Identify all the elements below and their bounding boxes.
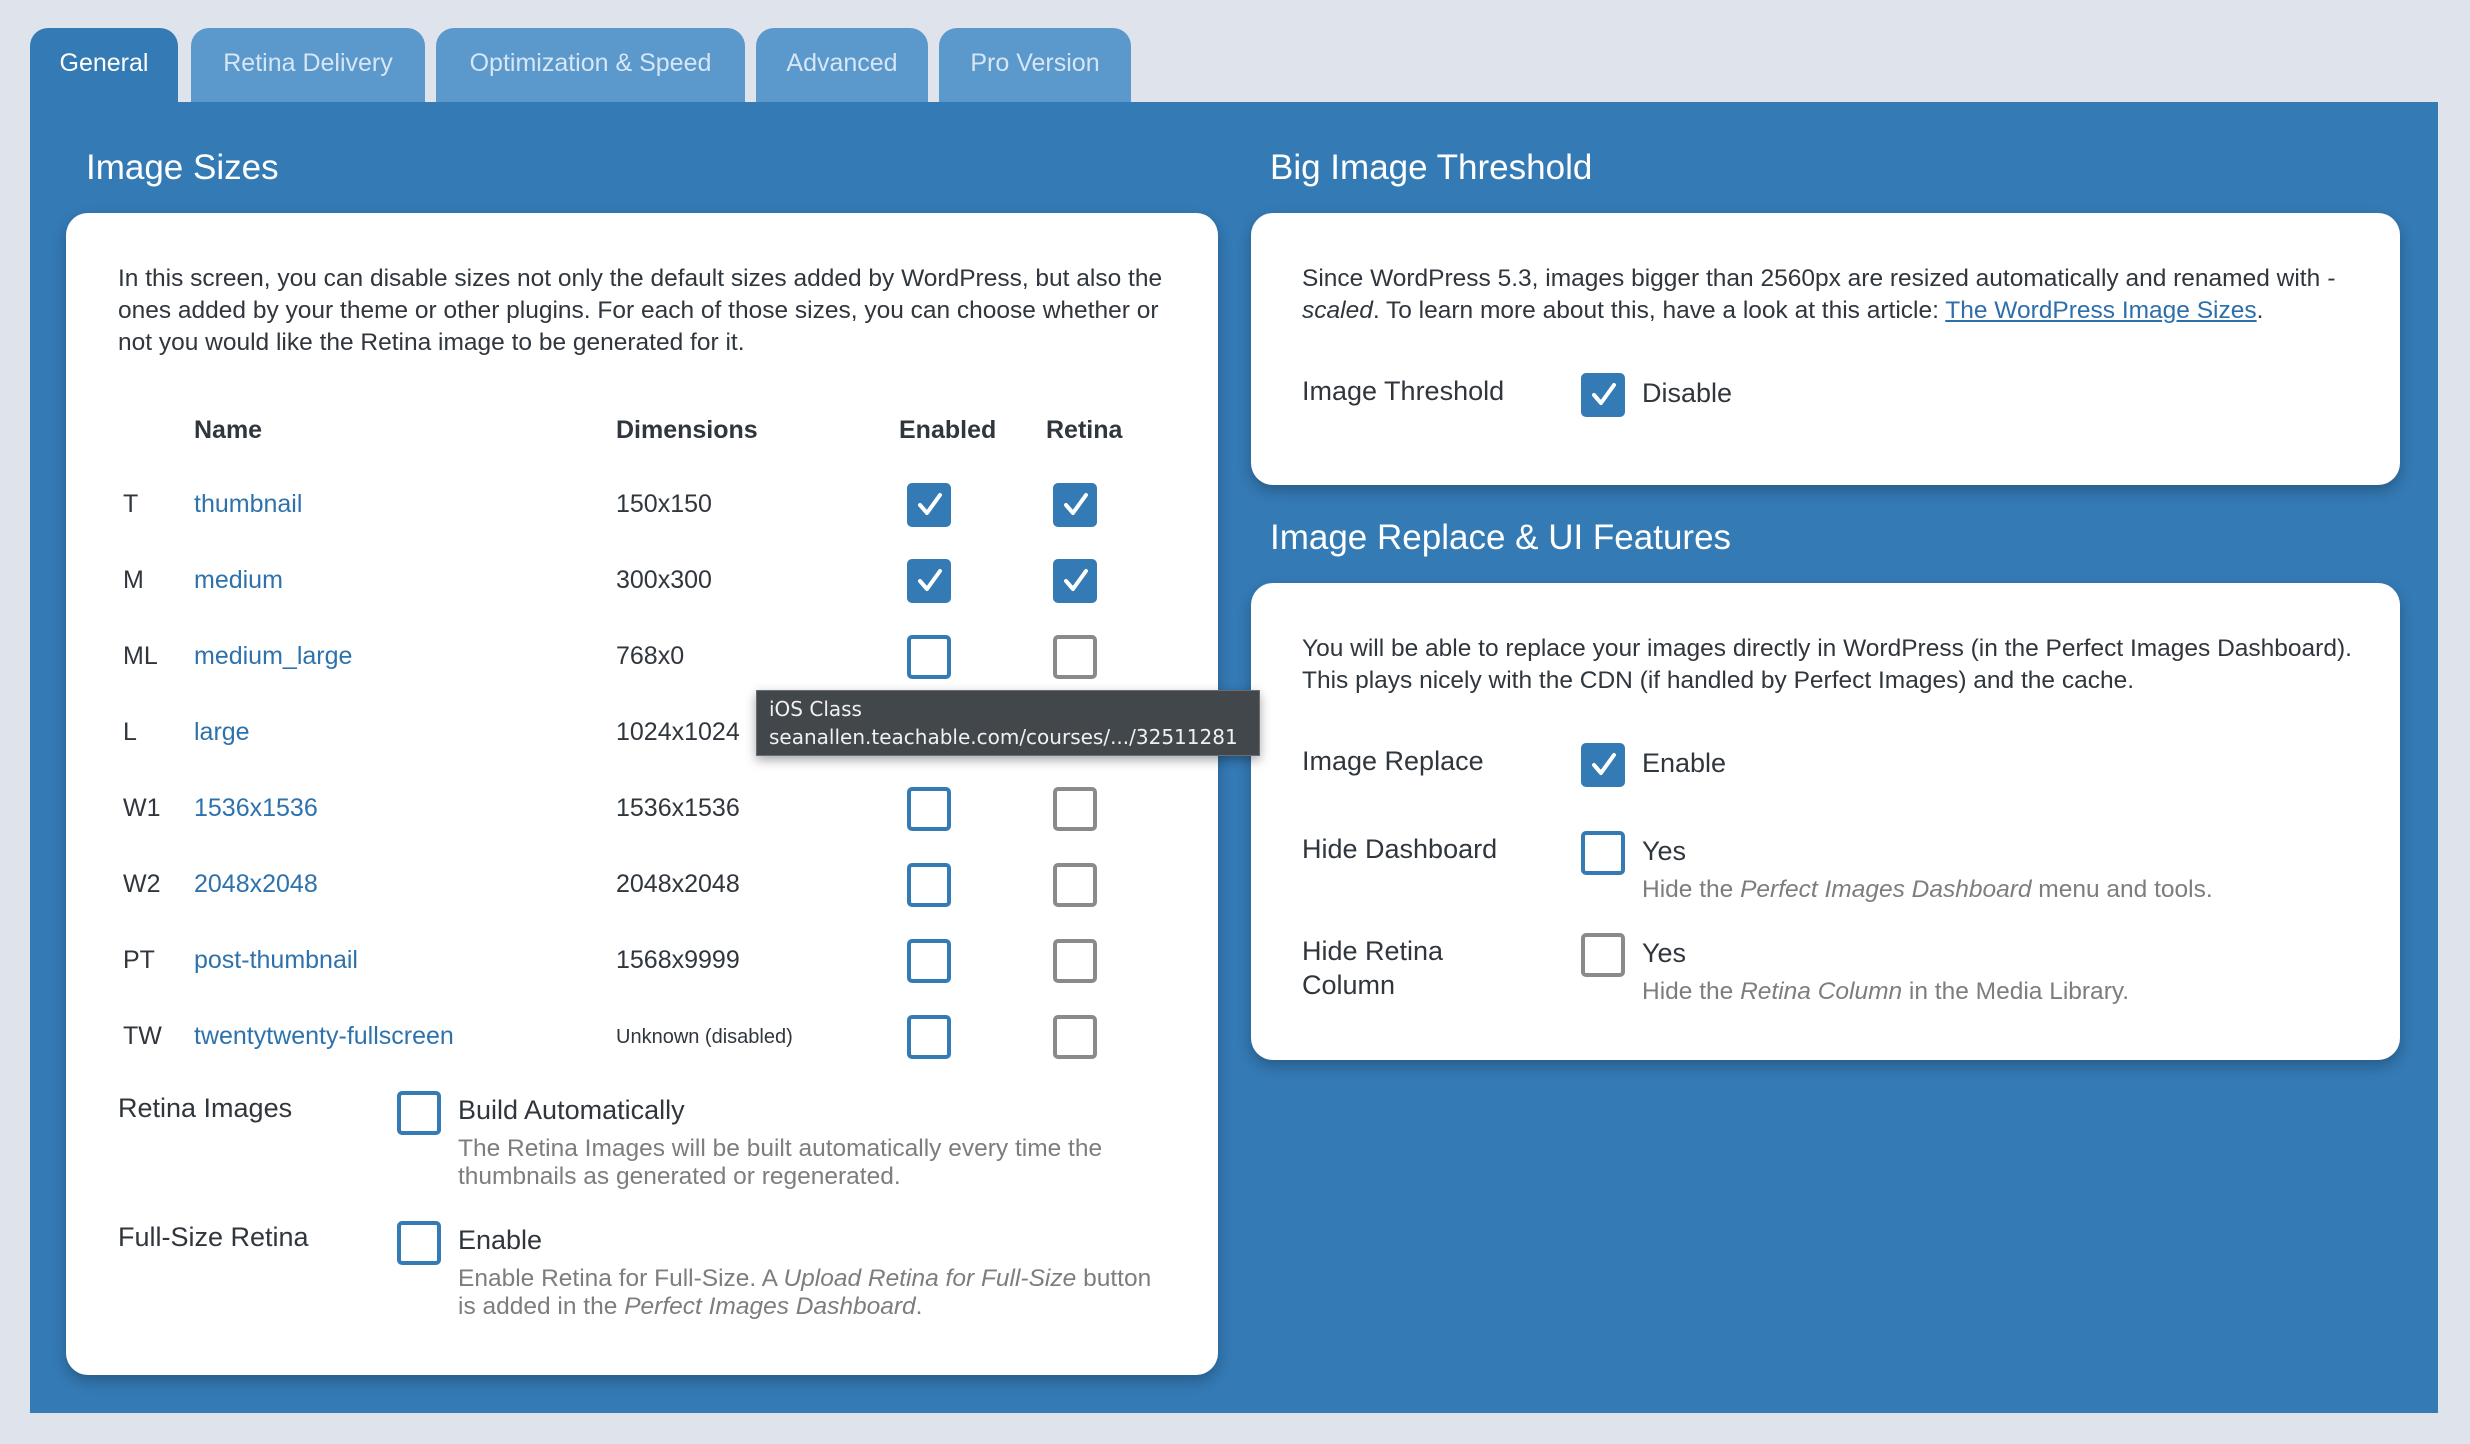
big-image-threshold-card: Since WordPress 5.3, images bigger than …	[1251, 213, 2400, 485]
hide-dashboard-label: Hide Dashboard	[1302, 834, 1498, 864]
retina-checkbox[interactable]	[1053, 635, 1097, 679]
size-dimensions: 768x0	[616, 642, 685, 670]
image-threshold-disable-label: Disable	[1642, 378, 1733, 408]
image-sizes-card: In this screen, you can disable sizes no…	[66, 213, 1218, 1375]
size-name-link[interactable]: thumbnail	[194, 490, 302, 519]
image-threshold-label: Image Threshold	[1302, 376, 1505, 406]
hide-retina-column-label: Hide Retina Column	[1302, 936, 1444, 1000]
retina-checkbox[interactable]	[1053, 787, 1097, 831]
size-code: M	[123, 566, 144, 594]
hide-retina-column-checkbox[interactable]	[1581, 933, 1625, 977]
tab-label: Pro Version	[970, 48, 1100, 77]
hide-dashboard-checkbox[interactable]	[1581, 831, 1625, 875]
size-dimensions: Unknown (disabled)	[616, 1026, 793, 1048]
size-code: L	[123, 718, 137, 746]
tab-general[interactable]: General	[30, 28, 178, 102]
size-name-link[interactable]: 2048x2048	[194, 870, 318, 899]
size-code: TW	[123, 1022, 162, 1050]
big-image-description: Since WordPress 5.3, images bigger than …	[1302, 265, 2336, 324]
image-replace-title: Image Replace & UI Features	[1270, 518, 1732, 557]
size-code: ML	[123, 642, 158, 670]
wordpress-image-sizes-link[interactable]: The WordPress Image Sizes	[1945, 297, 2256, 324]
hide-retina-column-help: Hide the Retina Column in the Media Libr…	[1642, 978, 2130, 1005]
tab-label: Retina Delivery	[223, 48, 393, 77]
column-header-name: Name	[194, 416, 263, 444]
enabled-checkbox[interactable]	[907, 787, 951, 831]
retina-images-label: Retina Images	[118, 1093, 293, 1123]
enabled-checkbox[interactable]	[907, 483, 951, 527]
enabled-checkbox[interactable]	[907, 635, 951, 679]
full-size-retina-checkbox[interactable]	[397, 1221, 441, 1265]
size-dimensions: 150x150	[616, 490, 712, 518]
size-dimensions: 2048x2048	[616, 870, 740, 898]
column-header-retina: Retina	[1046, 416, 1123, 444]
retina-checkbox[interactable]	[1053, 559, 1097, 603]
enabled-checkbox[interactable]	[907, 559, 951, 603]
image-replace-card: You will be able to replace your images …	[1251, 583, 2400, 1060]
retina-checkbox[interactable]	[1053, 1015, 1097, 1059]
link-hover-tooltip: iOS Class seanallen.teachable.com/course…	[756, 690, 1260, 756]
retina-checkbox[interactable]	[1053, 939, 1097, 983]
retina-checkbox[interactable]	[1053, 483, 1097, 527]
tooltip-url: seanallen.teachable.com/courses/.../3251…	[769, 725, 1238, 749]
build-automatically-help: The Retina Images will be built automati…	[458, 1135, 1103, 1190]
size-code: PT	[123, 946, 155, 974]
enabled-checkbox[interactable]	[907, 1015, 951, 1059]
size-name-link[interactable]: twentytwenty-fullscreen	[194, 1022, 454, 1051]
enabled-checkbox[interactable]	[907, 939, 951, 983]
size-dimensions: 1536x1536	[616, 794, 740, 822]
size-code: T	[123, 490, 139, 518]
tab-label: Advanced	[786, 48, 898, 77]
size-dimensions: 300x300	[616, 566, 712, 594]
tab-advanced[interactable]: Advanced	[756, 28, 928, 102]
full-size-retina-help: Enable Retina for Full-Size. A Upload Re…	[458, 1265, 1152, 1320]
tab-optimization-speed[interactable]: Optimization & Speed	[436, 28, 745, 102]
build-automatically-label: Build Automatically	[458, 1095, 685, 1125]
column-header-dimensions: Dimensions	[616, 416, 758, 444]
hide-retina-column-yes-label: Yes	[1642, 938, 1687, 968]
image-sizes-title: Image Sizes	[86, 148, 279, 187]
retina-checkbox[interactable]	[1053, 863, 1097, 907]
hide-dashboard-yes-label: Yes	[1642, 836, 1687, 866]
tab-label: Optimization & Speed	[469, 48, 712, 77]
size-dimensions: 1024x1024	[616, 718, 740, 746]
size-name-link[interactable]: large	[194, 718, 250, 747]
image-threshold-disable-checkbox[interactable]	[1581, 373, 1625, 417]
enabled-checkbox[interactable]	[907, 863, 951, 907]
size-name-link[interactable]: medium_large	[194, 642, 352, 671]
tab-label: General	[59, 48, 149, 77]
image-replace-enable-checkbox[interactable]	[1581, 743, 1625, 787]
big-image-threshold-title: Big Image Threshold	[1270, 148, 1593, 187]
image-replace-label: Image Replace	[1302, 746, 1484, 776]
size-dimensions: 1568x9999	[616, 946, 740, 974]
size-name-link[interactable]: medium	[194, 566, 283, 595]
tab-retina-delivery[interactable]: Retina Delivery	[191, 28, 425, 102]
full-size-retina-label: Full-Size Retina	[118, 1222, 309, 1252]
size-name-link[interactable]: post-thumbnail	[194, 946, 358, 975]
full-size-retina-enable-label: Enable	[458, 1225, 543, 1255]
image-replace-enable-label: Enable	[1642, 748, 1727, 778]
build-automatically-checkbox[interactable]	[397, 1091, 441, 1135]
size-code: W2	[123, 870, 161, 898]
tab-pro-version[interactable]: Pro Version	[939, 28, 1131, 102]
hide-dashboard-help: Hide the Perfect Images Dashboard menu a…	[1642, 876, 2213, 903]
column-header-enabled: Enabled	[899, 416, 997, 444]
image-replace-description: You will be able to replace your images …	[1302, 635, 2352, 694]
image-sizes-description: In this screen, you can disable sizes no…	[118, 265, 1163, 356]
tooltip-title: iOS Class	[769, 697, 862, 721]
size-name-link[interactable]: 1536x1536	[194, 794, 318, 823]
size-code: W1	[123, 794, 161, 822]
